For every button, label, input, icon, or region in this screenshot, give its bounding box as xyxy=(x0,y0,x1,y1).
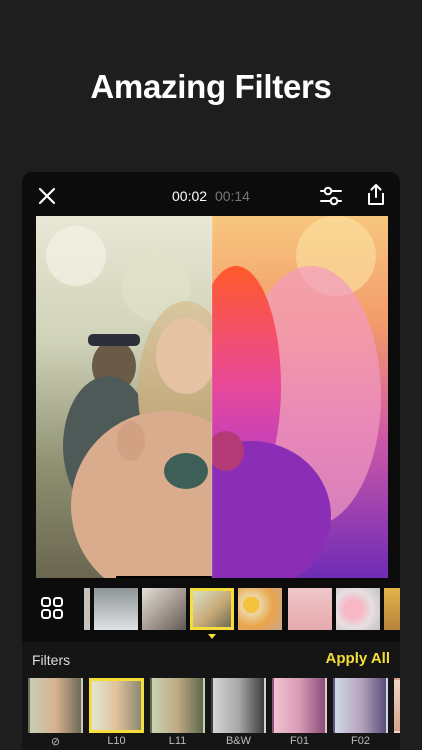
adjust-button[interactable] xyxy=(318,183,344,209)
filmstrip-frame xyxy=(94,588,138,630)
filter-thumb xyxy=(89,678,144,733)
filter-next-partial[interactable] xyxy=(394,678,400,750)
filter-f02[interactable]: F02 xyxy=(333,678,388,750)
filmstrip-frame xyxy=(238,588,282,630)
filmstrip-frame xyxy=(336,588,380,630)
filmstrip-frame xyxy=(384,588,400,630)
share-button[interactable] xyxy=(364,182,388,208)
time-total: 00:14 xyxy=(214,188,250,204)
filmstrip-frame xyxy=(142,588,186,630)
filter-thumb xyxy=(211,678,266,733)
filter-bw[interactable]: B&W xyxy=(211,678,266,750)
time-current: 00:02 xyxy=(172,188,208,204)
filmstrip-frame-selected[interactable] xyxy=(190,588,234,630)
editor-toolbar: 00:02 00:14 xyxy=(22,172,400,216)
filter-label: F02 xyxy=(351,735,370,747)
filter-l11[interactable]: L11 xyxy=(150,678,205,750)
filter-f01[interactable]: F01 xyxy=(272,678,327,750)
filter-label: B&W xyxy=(225,735,252,747)
filter-label: ⊘ xyxy=(50,736,61,748)
timeline-filmstrip[interactable] xyxy=(22,586,400,634)
sliders-icon xyxy=(320,186,342,206)
filters-title: Filters xyxy=(32,652,71,668)
filter-label: L10 xyxy=(107,735,126,747)
playhead-marker xyxy=(208,634,216,639)
filter-l10[interactable]: L10 xyxy=(89,678,144,750)
video-preview[interactable] xyxy=(36,216,388,578)
headline: Amazing Filters xyxy=(90,68,332,105)
filter-thumb xyxy=(150,678,205,733)
editor-window: 00:02 00:14 Filters Apply All ⊘ L10 L11 … xyxy=(22,172,400,750)
share-icon xyxy=(368,184,384,205)
filters-panel: Filters Apply All ⊘ L10 L11 B&W F01 F02 xyxy=(22,642,400,750)
filter-thumb xyxy=(394,678,400,733)
filter-label: F01 xyxy=(290,735,309,747)
filter-thumb xyxy=(333,678,388,733)
filter-thumb xyxy=(28,678,83,733)
filmstrip-frame xyxy=(84,588,90,630)
grid-button[interactable] xyxy=(40,596,64,620)
filter-thumb xyxy=(272,678,327,733)
preview-image xyxy=(36,216,388,578)
filmstrip-frame xyxy=(288,588,332,630)
filter-label: L11 xyxy=(168,735,187,747)
grid-icon xyxy=(41,597,63,619)
filter-none[interactable]: ⊘ xyxy=(28,678,83,750)
apply-all-button[interactable]: Apply All xyxy=(326,650,390,667)
